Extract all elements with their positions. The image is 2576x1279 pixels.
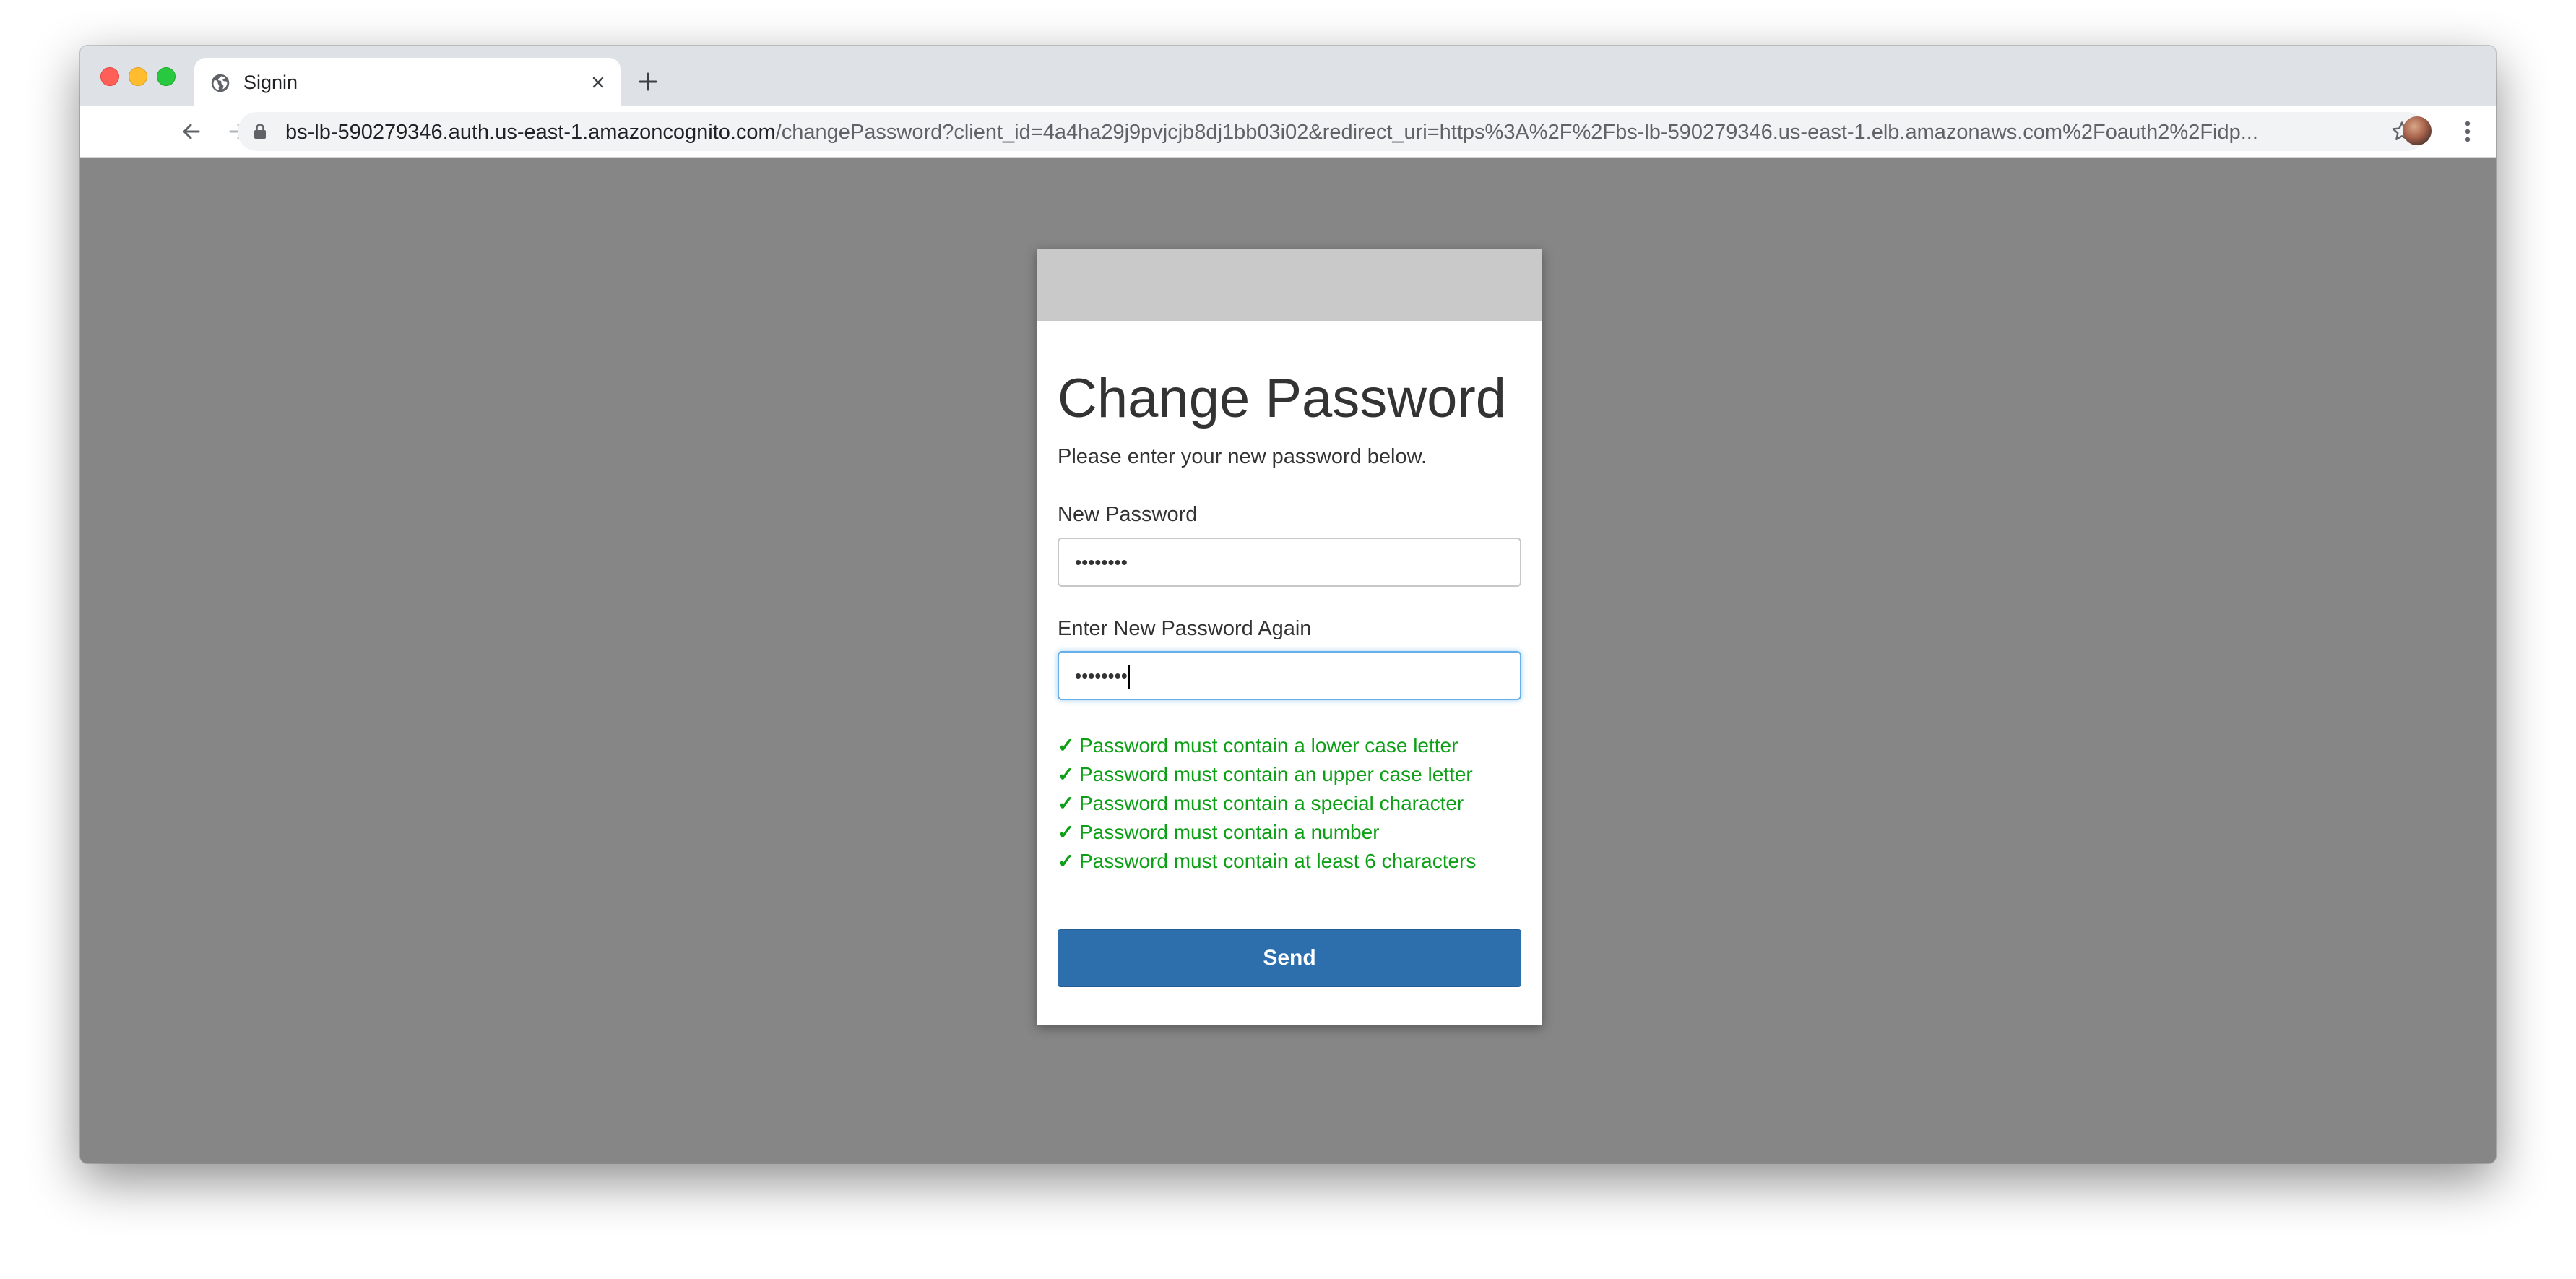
check-icon: ✓ — [1058, 792, 1075, 814]
password-rule: ✓ Password must contain at least 6 charac… — [1058, 847, 1476, 876]
avatar[interactable] — [2403, 116, 2432, 145]
text-caret — [1128, 665, 1130, 690]
maximize-window-button[interactable] — [157, 67, 176, 86]
change-password-card: Change Password Please enter your new pa… — [1037, 249, 1542, 1025]
check-icon: ✓ — [1058, 763, 1075, 785]
plus-icon — [639, 72, 657, 91]
globe-icon — [211, 74, 230, 92]
tab-strip: Signin — [80, 46, 2496, 106]
browser-window: Signin bs-lb-590279346.auth.us-east-1.am… — [80, 46, 2496, 1163]
check-icon: ✓ — [1058, 850, 1075, 872]
url-host: bs-lb-590279346.auth.us-east-1.amazoncog… — [285, 121, 776, 144]
check-icon: ✓ — [1058, 821, 1075, 843]
check-icon: ✓ — [1058, 734, 1075, 757]
close-window-button[interactable] — [100, 67, 119, 86]
page-subtitle: Please enter your new password below. — [1058, 445, 1427, 468]
password-rule-text: Password must contain a lower case lette… — [1079, 734, 1458, 757]
close-icon — [592, 77, 604, 88]
password-rule-text: Password must contain an upper case lett… — [1079, 763, 1473, 785]
password-rule-text: Password must contain a special characte… — [1079, 792, 1464, 814]
password-rule: ✓ Password must contain an upper case let… — [1058, 760, 1476, 789]
password-rules-list: ✓ Password must contain a lower case lett… — [1058, 731, 1476, 876]
password-rule: ✓ Password must contain a special charact… — [1058, 789, 1476, 818]
new-password-value: •••••••• — [1075, 551, 1128, 573]
confirm-password-value: •••••••• — [1075, 665, 1128, 686]
minimize-window-button[interactable] — [129, 67, 147, 86]
new-password-input[interactable]: •••••••• — [1058, 538, 1521, 587]
browser-toolbar: bs-lb-590279346.auth.us-east-1.amazoncog… — [80, 106, 2496, 158]
password-rule-text: Password must contain a number — [1079, 821, 1380, 843]
password-rule-text: Password must contain at least 6 charact… — [1079, 850, 1477, 872]
url-text[interactable]: bs-lb-590279346.auth.us-east-1.amazoncog… — [285, 121, 2373, 144]
new-tab-button[interactable] — [634, 67, 662, 96]
new-password-label: New Password — [1058, 503, 1198, 526]
browser-tab[interactable]: Signin — [194, 58, 621, 106]
password-rule: ✓ Password must contain a number — [1058, 818, 1476, 847]
password-rule: ✓ Password must contain a lower case lett… — [1058, 731, 1476, 760]
back-arrow-icon — [183, 124, 200, 139]
tab-close-button[interactable] — [586, 70, 610, 95]
lock-icon — [254, 124, 266, 139]
page-content: Change Password Please enter your new pa… — [80, 158, 2496, 1163]
confirm-password-input[interactable]: •••••••• — [1058, 651, 1521, 700]
url-path: /changePassword?client_id=4a4ha29j9pvjcj… — [775, 121, 2258, 144]
back-button[interactable] — [176, 116, 207, 147]
kebab-menu-icon[interactable] — [2453, 116, 2482, 147]
tab-title: Signin — [243, 72, 298, 93]
page-title: Change Password — [1058, 368, 1507, 429]
confirm-password-label: Enter New Password Again — [1058, 617, 1312, 640]
address-bar[interactable]: bs-lb-590279346.auth.us-east-1.amazoncog… — [238, 112, 2426, 151]
send-button[interactable]: Send — [1058, 929, 1521, 987]
card-banner — [1037, 249, 1542, 321]
